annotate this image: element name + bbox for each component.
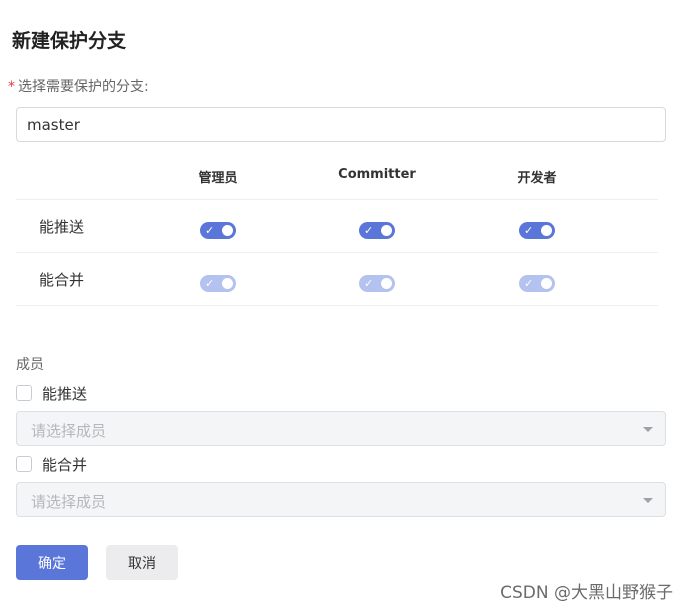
column-header-committer: Committer — [338, 167, 416, 182]
check-icon: ✓ — [364, 224, 374, 237]
toggle-merge-admin: ✓ — [200, 275, 236, 292]
merge-members-checkbox[interactable] — [16, 456, 32, 472]
toggle-merge-committer: ✓ — [359, 275, 395, 292]
toggle-push-admin[interactable]: ✓ — [200, 222, 236, 239]
column-header-admin: 管理员 — [198, 171, 238, 186]
required-mark: * — [8, 79, 15, 95]
branch-label-text: 选择需要保护的分支: — [18, 79, 149, 95]
toggle-knob — [381, 225, 392, 236]
branch-label: * 选择需要保护的分支: — [8, 76, 149, 96]
push-members-checkbox-row[interactable]: 能推送 — [16, 383, 87, 403]
toggle-knob — [541, 225, 552, 236]
branch-input[interactable] — [16, 107, 666, 142]
check-icon: ✓ — [205, 224, 215, 237]
merge-members-placeholder: 请选择成员 — [31, 493, 107, 511]
caret-down-icon — [643, 498, 653, 503]
caret-down-icon — [643, 427, 653, 432]
row-label-push: 能推送 — [39, 218, 85, 236]
watermark: CSDN @大黑山野猴子 — [500, 583, 673, 603]
toggle-knob — [381, 278, 392, 289]
push-members-select[interactable]: 请选择成员 — [16, 411, 666, 446]
column-header-developer: 开发者 — [517, 171, 557, 186]
confirm-button[interactable]: 确定 — [16, 545, 88, 580]
merge-members-checkbox-label[interactable]: 能合并 — [42, 454, 87, 475]
merge-members-select[interactable]: 请选择成员 — [16, 482, 666, 517]
toggle-push-developer[interactable]: ✓ — [519, 222, 555, 239]
toggle-knob — [222, 278, 233, 289]
check-icon: ✓ — [205, 277, 215, 290]
toggle-knob — [541, 278, 552, 289]
cancel-button[interactable]: 取消 — [106, 545, 178, 580]
permission-row-push: 能推送 ✓ ✓ ✓ — [16, 200, 658, 253]
merge-members-checkbox-row[interactable]: 能合并 — [16, 454, 87, 474]
row-label-merge: 能合并 — [39, 271, 85, 289]
permission-table-header: 管理员 Committer 开发者 — [16, 157, 658, 200]
push-members-checkbox-label[interactable]: 能推送 — [42, 383, 87, 404]
toggle-push-committer[interactable]: ✓ — [359, 222, 395, 239]
check-icon: ✓ — [524, 224, 534, 237]
check-icon: ✓ — [524, 277, 534, 290]
push-members-placeholder: 请选择成员 — [31, 422, 107, 440]
toggle-knob — [222, 225, 233, 236]
permission-row-merge: 能合并 ✓ ✓ ✓ — [16, 253, 658, 306]
permission-table: 管理员 Committer 开发者 能推送 ✓ ✓ ✓ 能合并 ✓ ✓ ✓ — [16, 157, 658, 306]
toggle-merge-developer: ✓ — [519, 275, 555, 292]
dialog-title: 新建保护分支 — [12, 30, 127, 52]
check-icon: ✓ — [364, 277, 374, 290]
members-label: 成员 — [16, 357, 44, 373]
push-members-checkbox[interactable] — [16, 385, 32, 401]
